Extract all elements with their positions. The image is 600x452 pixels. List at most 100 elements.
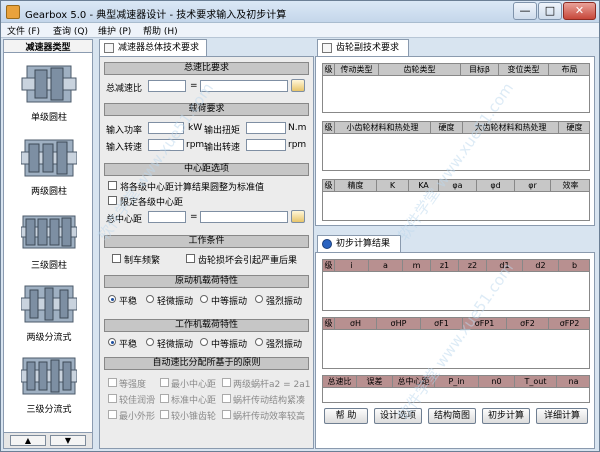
two-stage-split-gearbox-icon [21,285,77,323]
round-center-checkbox[interactable] [108,181,117,190]
dist-equal-strength-checkbox[interactable] [108,378,117,387]
prime-light-label: 轻微振动 [157,297,194,307]
app-window: Gearbox 5.0 - 典型减速器设计 - 技术要求输入及初步计算 — □ … [0,0,600,452]
minimize-button[interactable]: — [513,2,537,20]
preliminary-calc-button[interactable]: 初步计算 [482,408,530,424]
col-i: i [335,260,369,271]
col-pinion-hardness: 硬度 [431,122,463,133]
dist-small-bevel-checkbox[interactable] [160,410,169,419]
detailed-calc-button[interactable]: 详细计算 [536,408,588,424]
dist-worm-compact-checkbox[interactable] [222,394,231,403]
col-drive-type: 传动类型 [335,64,379,75]
gear-type-table: 级 传动类型 齿轮类型 目标β 变位类型 布局 [322,63,590,113]
help-button[interactable]: 帮 助 [324,408,368,424]
scroll-down-button[interactable]: ▼ [50,435,86,446]
gearbox-three-stage[interactable]: 三级圆柱 [14,208,84,271]
frequent-braking-checkbox[interactable] [112,254,121,263]
col-sigma-hp: σHP [377,318,421,329]
col-sigma-f2: σF2 [507,318,549,329]
reducer-type-panel: 减速器类型 单级圆柱 两级圆柱 三级圆柱 两级分流式 三级分流式 ▲ ▼ [3,39,93,449]
gear-type-table-header: 级 传动类型 齿轮类型 目标β 变位类型 布局 [323,64,589,76]
driven-medium-label: 中等振动 [211,340,248,350]
prime-smooth-label: 平稳 [119,297,138,307]
total-center-input[interactable] [148,211,186,223]
single-stage-label: 单级圆柱 [30,113,67,123]
driven-medium-radio[interactable] [200,338,208,346]
prime-smooth-radio[interactable] [108,295,116,303]
dist-standard-center-label: 标准中心距 [171,396,217,406]
dist-min-center-checkbox[interactable] [160,378,169,387]
close-button[interactable]: ✕ [563,2,596,20]
two-stage-gearbox-icon [21,139,77,177]
prime-mover-section-header: 原动机载荷特性 [104,275,309,288]
input-speed-unit: rpm [186,140,205,150]
maximize-button[interactable]: □ [538,2,562,20]
prime-medium-radio[interactable] [200,295,208,303]
three-stage-split-label: 三级分流式 [26,405,72,415]
prime-heavy-radio[interactable] [255,295,263,303]
col-pinion-material: 小齿轮材料和热处理 [335,122,431,133]
gear-pair-panel: 级 传动类型 齿轮类型 目标β 变位类型 布局 级 小齿轮材料和热处理 硬度 大… [315,56,595,226]
center-result-field [200,211,288,223]
menu-file[interactable]: 文件 (F) [7,24,40,37]
center-picker-button[interactable] [291,210,305,223]
col-t-out: T_out [515,376,557,387]
gearbox-three-stage-split[interactable]: 三级分流式 [14,352,84,415]
menu-maintain[interactable]: 维护 (P) [98,24,131,37]
output-torque-field[interactable] [246,122,286,134]
dist-min-center-label: 最小中心距 [171,380,217,390]
menu-query[interactable]: 查询 (Q) [53,24,88,37]
col-stage: 级 [323,260,335,271]
gearbox-two-stage-split[interactable]: 两级分流式 [14,280,84,343]
ratio-section-header: 总速比要求 [104,62,309,75]
tab-gear-pair-requirements[interactable]: 齿轮副技术要求 [317,39,409,57]
col-stage: 级 [323,122,335,133]
material-table-header: 级 小齿轮材料和热处理 硬度 大齿轮材料和热处理 硬度 [323,122,589,134]
summary-result-table: 总速比 误差 总中心距 P_in n0 T_out na [322,375,590,403]
tab-preliminary-results[interactable]: 初步计算结果 [317,235,401,253]
dist-standard-center-checkbox[interactable] [160,394,169,403]
col-d2: d2 [523,260,559,271]
structure-diagram-button[interactable]: 结构简图 [428,408,476,424]
tab-preliminary-label: 初步计算结果 [336,239,391,249]
ratio-picker-button[interactable] [291,79,305,92]
col-z2: z2 [459,260,487,271]
driven-section-header: 工作机载荷特性 [104,319,309,332]
dist-small-bevel-label: 较小锥齿轮 [171,412,217,422]
col-shift-type: 变位类型 [499,64,549,75]
output-speed-field[interactable] [246,139,286,151]
geometry-result-table: 级 i a m z1 z2 d1 d2 b [322,259,590,311]
col-z1: z1 [431,260,459,271]
tab-overall-label: 减速器总体技术要求 [118,43,200,53]
dist-min-size-checkbox[interactable] [108,410,117,419]
driven-heavy-radio[interactable] [255,338,263,346]
total-ratio-input[interactable] [148,80,186,92]
menu-help[interactable]: 帮助 (H) [143,24,178,37]
dist-worm-efficiency-checkbox[interactable] [222,410,231,419]
col-target-beta: 目标β [461,64,499,75]
severe-damage-checkbox[interactable] [186,254,195,263]
center-equals: = [190,212,198,222]
gearbox-two-stage[interactable]: 两级圆柱 [14,134,84,197]
driven-smooth-radio[interactable] [108,338,116,346]
dist-worm-ratio-label: 两级蜗杆a2 = 2a1 [233,380,311,390]
driven-light-radio[interactable] [146,338,154,346]
col-n0: n0 [479,376,515,387]
dist-lubrication-label: 较佳润滑 [119,396,156,406]
frequent-braking-label: 制车频繁 [124,256,161,266]
tab-overall-requirements[interactable]: 减速器总体技术要求 [99,39,207,57]
col-stage: 级 [323,318,335,329]
reducer-type-title: 减速器类型 [4,40,92,53]
col-accuracy: 精度 [335,180,377,191]
document-icon [104,43,114,53]
distribution-section-header: 自动速比分配所基于的原则 [104,357,309,370]
dist-lubrication-checkbox[interactable] [108,394,117,403]
prime-light-radio[interactable] [146,295,154,303]
gearbox-single-stage[interactable]: 单级圆柱 [14,60,84,123]
dist-equal-strength-label: 等强度 [119,380,147,390]
dist-min-size-label: 最小外形 [119,412,156,422]
scroll-up-button[interactable]: ▲ [10,435,46,446]
col-stage: 级 [323,180,335,191]
col-a: a [369,260,403,271]
dist-worm-ratio-checkbox[interactable] [222,378,231,387]
